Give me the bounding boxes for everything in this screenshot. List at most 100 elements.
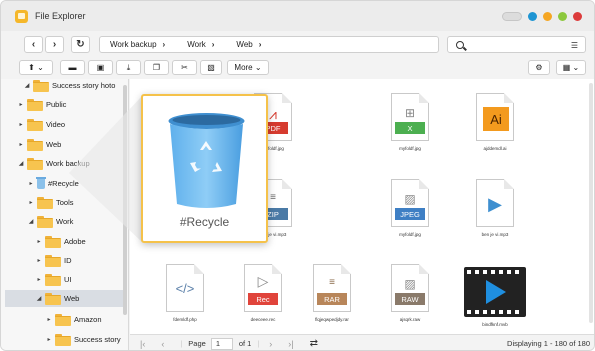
breadcrumb-item[interactable]: Work backup ›	[110, 40, 165, 49]
settings-button[interactable]: ⚙	[528, 60, 550, 75]
tree-item[interactable]: ▸ Adobe	[35, 233, 86, 250]
file-item[interactable]: ≡ RAR flqjeqwpedjdy.rar	[297, 264, 367, 322]
tree-item-label: Adobe	[64, 237, 86, 246]
pagination-bar: |‹ ‹ | Page 1 of 1 | › ›| ⇄ Displaying 1…	[130, 334, 594, 350]
forward-button[interactable]: ›	[45, 36, 64, 53]
breadcrumb-separator-icon: ›	[211, 40, 215, 49]
window-control-red[interactable]	[573, 12, 582, 21]
breadcrumb-item[interactable]: Work ›	[187, 40, 214, 49]
tree-item-label: #Recycle	[48, 179, 79, 188]
breadcrumb-item[interactable]: Web ›	[236, 40, 261, 49]
breadcrumb-separator-icon: ›	[162, 40, 166, 49]
play-icon	[486, 280, 506, 304]
file-item[interactable]: </> fdemldf.php	[150, 264, 220, 322]
folder-icon	[45, 274, 61, 286]
file-item[interactable]: ⊞ X myfoldf.jpg	[375, 93, 445, 151]
tree-item[interactable]: ▸ UI	[35, 271, 72, 288]
tree-item[interactable]: ◢ Success story hoto	[23, 79, 115, 94]
more-button[interactable]: More ⌄	[227, 60, 269, 75]
last-page-icon[interactable]: ›|	[288, 339, 293, 349]
raw-file-icon: ▨ RAW	[391, 264, 429, 312]
next-page-icon[interactable]: ›	[269, 339, 272, 349]
gear-icon: ⚙	[535, 63, 543, 72]
tree-item[interactable]: ◢ Work	[27, 213, 73, 230]
caret-right-icon: ▸	[37, 277, 41, 283]
page-number-input[interactable]: 1	[210, 337, 233, 350]
window-control-blue[interactable]	[528, 12, 537, 21]
file-item[interactable]: ▶ ben je vi.mp3	[460, 179, 530, 237]
page-label: Page	[188, 339, 206, 348]
toolbar: ⬆︎ ⌄ ▬ ▣ ⤓ ❐ ✂ ▧ More ⌄ ⚙ ▦ ⌄	[1, 59, 594, 77]
previous-page-icon[interactable]: ‹	[161, 339, 164, 349]
share-folder-button[interactable]: ▣	[88, 60, 113, 75]
file-item[interactable]: Ai ajddemdl.ai	[460, 93, 530, 151]
folder-icon	[37, 216, 53, 228]
folder-icon	[27, 139, 43, 151]
file-type-label: JPEG	[395, 208, 425, 220]
file-name: bindfknf.mvb	[482, 322, 508, 327]
file-item[interactable]: ▨ RAW ajsqrk.raw	[375, 264, 445, 322]
file-item[interactable]: ▷ Rec deeceee.rec	[228, 264, 298, 322]
tree-item[interactable]: ▸ Success story	[45, 331, 121, 348]
refresh-button[interactable]: ↻	[71, 36, 90, 53]
list-view-icon[interactable]: ☰	[571, 41, 578, 50]
display-status: Displaying 1 - 180 of 180	[507, 339, 590, 348]
download-button[interactable]: ⤓	[116, 60, 141, 75]
folder-icon	[55, 334, 71, 346]
play-circle-icon: ▶	[488, 194, 502, 214]
back-button[interactable]: ‹	[24, 36, 43, 53]
caret-right-icon: ▸	[37, 239, 41, 245]
chevron-right-icon: ›	[52, 39, 57, 50]
file-grid-scrollbar[interactable]	[589, 83, 593, 323]
share-folder-icon: ▣	[96, 63, 105, 72]
caret-right-icon: ▸	[47, 317, 51, 323]
window-control-green[interactable]	[558, 12, 567, 21]
tree-item[interactable]: ▸ Public	[17, 96, 66, 113]
sidebar-scrollbar[interactable]	[123, 85, 127, 315]
tree-item[interactable]: ▸ #Recycle	[27, 175, 79, 192]
tree-item[interactable]: ▸ Video	[17, 116, 65, 133]
recycle-callout: #Recycle	[141, 94, 268, 243]
file-type-label: </>	[175, 281, 195, 296]
more-label: More	[234, 63, 253, 72]
caret-right-icon: ▸	[29, 200, 33, 206]
recording-file-icon: ▷ Rec	[244, 264, 282, 312]
file-type-label: X	[395, 122, 425, 134]
paste-icon: ▧	[207, 63, 215, 72]
view-mode-button[interactable]: ▦ ⌄	[556, 60, 586, 75]
file-name: myfoldf.jpg	[399, 146, 421, 151]
separator: |	[180, 339, 183, 348]
refresh-icon[interactable]: ⇄	[310, 338, 318, 349]
paste-button[interactable]: ▧	[200, 60, 222, 75]
refresh-icon: ↻	[76, 39, 85, 50]
tree-item[interactable]: ▸ ID	[35, 252, 72, 269]
tree-item-selected[interactable]: ◢ Web	[5, 290, 125, 307]
window-toggle-control[interactable]	[502, 12, 522, 21]
folder-icon	[27, 119, 43, 131]
first-page-icon[interactable]: |‹	[140, 339, 145, 349]
file-explorer-window: File Explorer ‹ › ↻ Work backup › Work › W…	[0, 0, 595, 351]
window-control-orange[interactable]	[543, 12, 552, 21]
cut-button[interactable]: ✂	[172, 60, 197, 75]
tree-item[interactable]: ▸ Web	[17, 136, 61, 153]
search-input[interactable]: ☰	[447, 36, 586, 53]
tree-item[interactable]: ▸ Amazon	[45, 311, 102, 328]
tree-item[interactable]: ◢ Work backup	[17, 155, 90, 172]
caret-down-icon: ◢	[28, 219, 34, 225]
copy-button[interactable]: ❐	[144, 60, 169, 75]
new-folder-button[interactable]: ▬	[60, 60, 85, 75]
recycle-bin-icon	[36, 176, 46, 189]
chevron-left-icon: ‹	[31, 39, 36, 50]
tree-item-label: Work backup	[46, 159, 90, 168]
caret-down-icon: ◢	[24, 83, 30, 89]
separator: |	[257, 339, 260, 348]
tree-item[interactable]: ▸ Tools	[27, 194, 74, 211]
file-item[interactable]: bindfknf.mvb	[460, 267, 530, 327]
file-item[interactable]: ▨ JPEG myfoldf.jpg	[375, 179, 445, 237]
new-folder-icon: ▬	[68, 63, 77, 72]
video-file-icon	[464, 267, 526, 317]
file-name: ben je vi.mp3	[481, 232, 509, 237]
tree-item-label: ID	[64, 256, 72, 265]
audio-file-icon: ▶	[476, 179, 514, 227]
upload-button[interactable]: ⬆︎ ⌄	[19, 60, 53, 75]
